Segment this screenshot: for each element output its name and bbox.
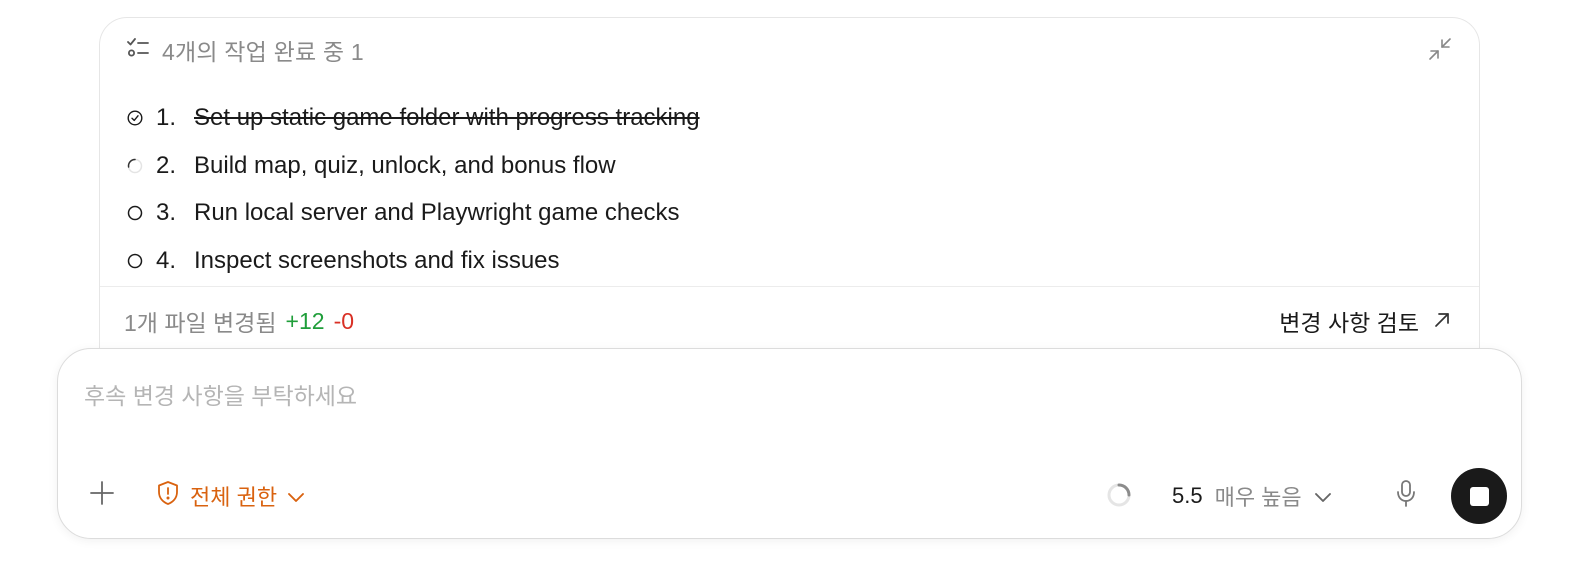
task-item: 1. Set up static game folder with progre… xyxy=(126,94,700,142)
task-number: 1. xyxy=(156,103,177,131)
task-number: 4. xyxy=(156,246,177,274)
collapse-button[interactable] xyxy=(1427,37,1453,66)
task-text: Set up static game folder with progress … xyxy=(194,103,700,131)
plus-icon xyxy=(88,479,116,512)
task-panel-header: 4개의 작업 완료 중 1 xyxy=(126,36,364,65)
task-list: 1. Set up static game folder with progre… xyxy=(126,94,700,285)
task-text: Inspect screenshots and fix issues xyxy=(194,246,560,274)
shield-alert-icon xyxy=(156,480,180,512)
voice-input-button[interactable] xyxy=(1392,479,1420,514)
task-item: 4. Inspect screenshots and fix issues xyxy=(126,237,700,285)
model-version: 5.5 xyxy=(1172,483,1203,508)
arrow-up-right-icon xyxy=(1433,308,1451,335)
file-changes-summary: 1개 파일 변경됨 +12 -0 xyxy=(124,304,354,338)
review-changes-button[interactable]: 변경 사항 검토 xyxy=(1279,304,1451,338)
review-changes-label: 변경 사항 검토 xyxy=(1279,310,1419,336)
reasoning-effort: 매우 높음 xyxy=(1214,485,1302,510)
task-panel-title: 4개의 작업 완료 중 1 xyxy=(162,39,364,65)
permission-label: 전체 권한 xyxy=(190,485,278,510)
changed-files-count: 1개 파일 변경됨 xyxy=(124,310,277,336)
checklist-icon xyxy=(126,37,150,64)
stop-icon xyxy=(1469,486,1489,506)
app-stage: 4개의 작업 완료 중 1 1. Set up static game fold… xyxy=(0,0,1576,562)
task-number: 3. xyxy=(156,199,177,227)
spinner-icon xyxy=(126,157,144,175)
microphone-icon xyxy=(1395,479,1417,514)
add-attachment-button[interactable] xyxy=(86,479,118,511)
task-text: Build map, quiz, unlock, and bonus flow xyxy=(194,151,616,179)
empty-circle-icon xyxy=(126,204,144,222)
chevron-down-icon xyxy=(1314,483,1332,509)
empty-circle-icon xyxy=(126,252,144,270)
task-number: 2. xyxy=(156,151,177,179)
collapse-arrows-icon xyxy=(1428,37,1452,66)
stop-button[interactable] xyxy=(1451,468,1507,524)
chevron-down-icon xyxy=(287,483,305,509)
deletions-count: -0 xyxy=(333,307,355,334)
task-item: 2. Build map, quiz, unlock, and bonus fl… xyxy=(126,142,700,190)
permission-selector[interactable]: 전체 권한 xyxy=(156,480,305,512)
task-progress-panel: 4개의 작업 완료 중 1 1. Set up static game fold… xyxy=(99,17,1480,367)
task-item: 3. Run local server and Playwright game … xyxy=(126,189,700,237)
progress-spinner-icon xyxy=(1106,482,1132,508)
file-changes-bar: 1개 파일 변경됨 +12 -0 변경 사항 검토 xyxy=(100,286,1479,351)
check-circle-icon xyxy=(126,109,144,127)
follow-up-input[interactable] xyxy=(82,375,1486,439)
additions-count: +12 xyxy=(285,307,325,334)
message-composer: 전체 권한 5.5 매우 높음 xyxy=(57,348,1522,539)
task-text: Run local server and Playwright game che… xyxy=(194,199,680,227)
model-selector[interactable]: 5.5 매우 높음 xyxy=(1172,480,1332,512)
